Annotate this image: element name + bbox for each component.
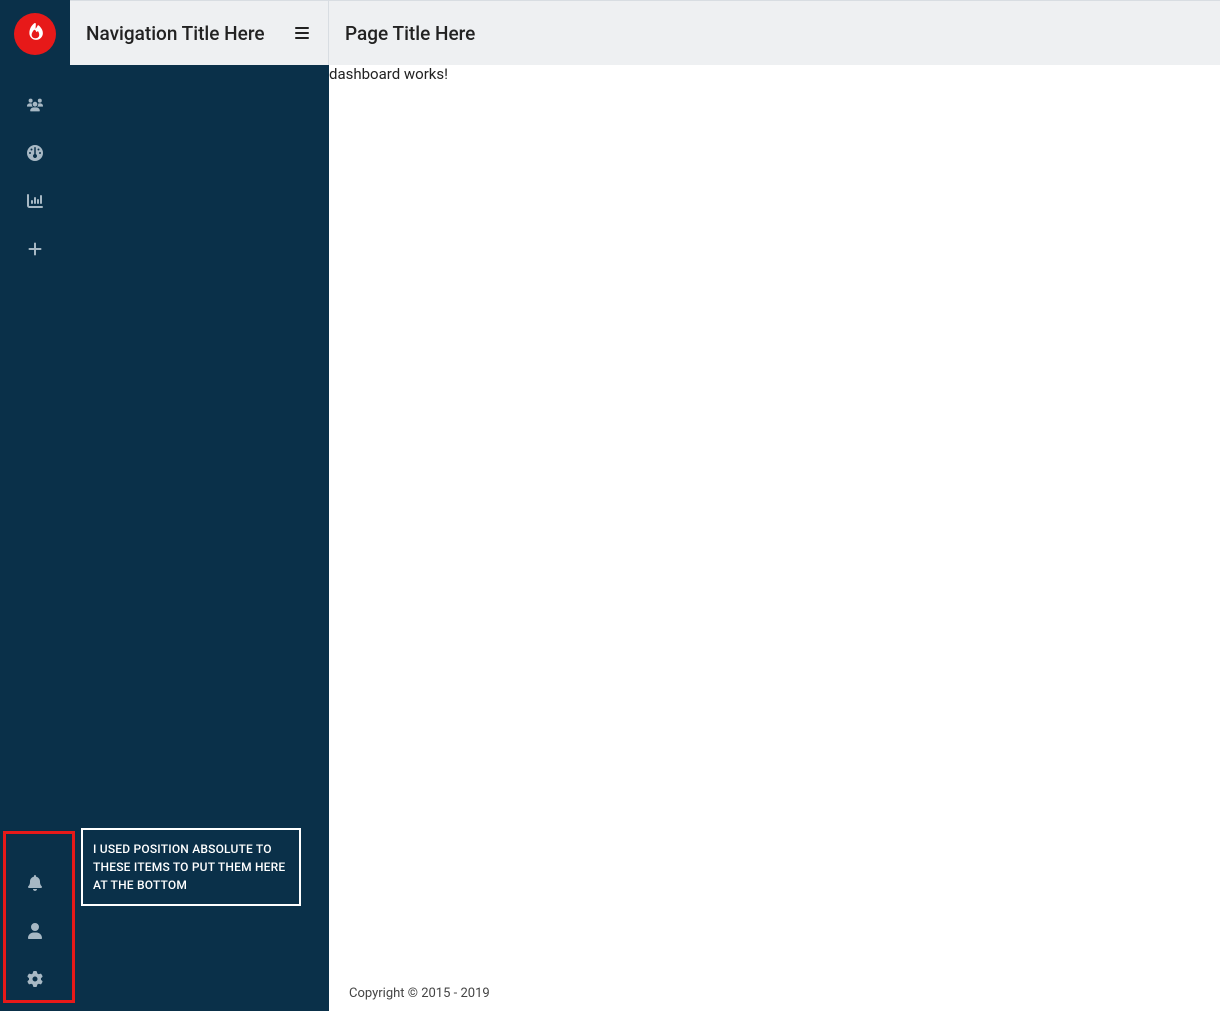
nav-panel-header: Navigation Title Here (70, 0, 329, 65)
annotation-text: I USED POSITION ABSOLUTE TO THESE ITEMS … (93, 842, 285, 892)
sidebar-item-users[interactable] (0, 83, 70, 131)
page-header: Page Title Here (329, 0, 1220, 65)
sidebar-bottom-icons (0, 861, 70, 1011)
footer-text: Copyright © 2015 - 2019 (349, 986, 490, 1001)
sidebar-item-notifications[interactable] (0, 861, 70, 909)
gear-icon (27, 971, 43, 991)
footer: Copyright © 2015 - 2019 (329, 976, 510, 1011)
fire-icon (26, 23, 44, 45)
gauge-icon (27, 145, 43, 165)
sidebar-top-icons (0, 83, 70, 275)
sidebar-item-chart[interactable] (0, 179, 70, 227)
annotation-callout: I USED POSITION ABSOLUTE TO THESE ITEMS … (81, 828, 301, 906)
plus-icon (27, 241, 43, 261)
icon-sidebar (0, 0, 70, 1011)
nav-toggle-button[interactable] (292, 25, 312, 41)
logo[interactable] (14, 13, 56, 55)
main-area: Page Title Here dashboard works! Copyrig… (329, 0, 1220, 1011)
sidebar-item-settings[interactable] (0, 957, 70, 1005)
hamburger-icon (292, 25, 312, 41)
users-icon (27, 97, 43, 117)
nav-panel-title: Navigation Title Here (86, 22, 265, 45)
sidebar-item-profile[interactable] (0, 909, 70, 957)
user-icon (27, 923, 43, 943)
page-body-text: dashboard works! (329, 65, 1220, 85)
bell-icon (27, 875, 43, 895)
page-title: Page Title Here (345, 22, 475, 45)
sidebar-item-dashboard[interactable] (0, 131, 70, 179)
chart-bar-icon (27, 193, 43, 213)
sidebar-item-add[interactable] (0, 227, 70, 275)
page-content: dashboard works! (329, 65, 1220, 1011)
